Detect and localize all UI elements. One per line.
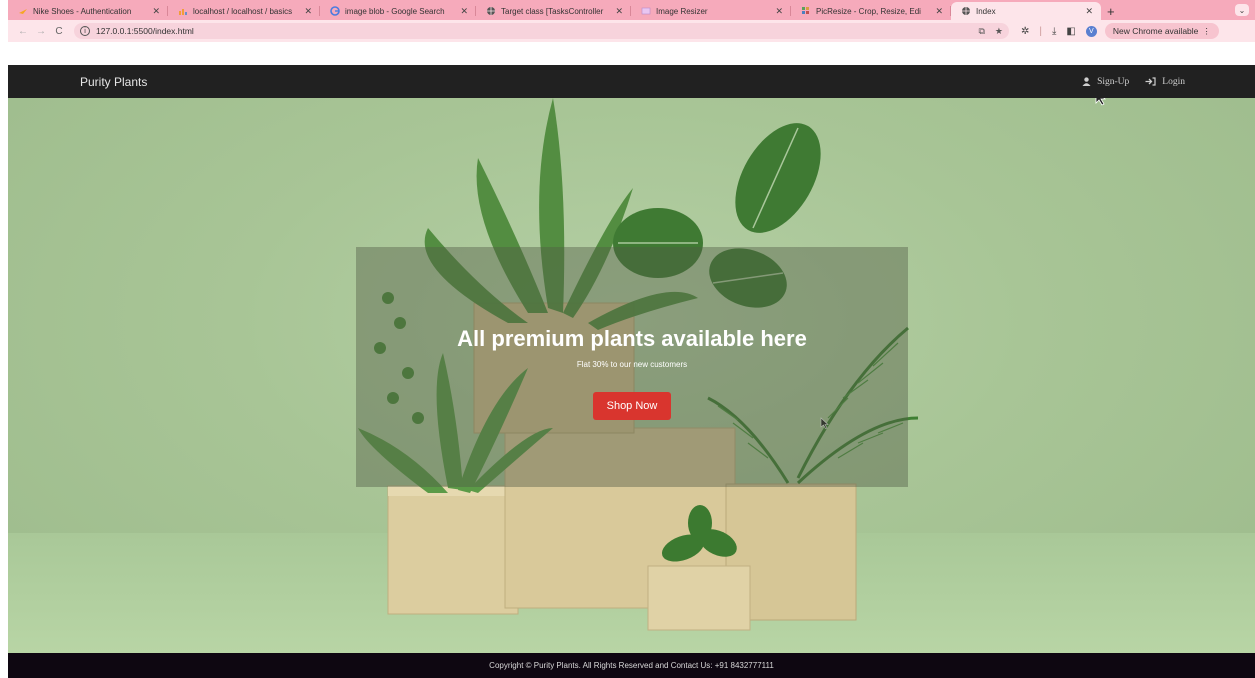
tab-title: Index bbox=[976, 6, 996, 16]
download-icon[interactable]: ⤓ bbox=[1052, 26, 1056, 37]
tab-picresize[interactable]: PicResize - Crop, Resize, Edi ✕ bbox=[791, 2, 951, 20]
tab-title: Target class [TasksController bbox=[501, 6, 604, 16]
update-label: New Chrome available bbox=[1112, 26, 1199, 36]
picresize-icon bbox=[801, 6, 811, 16]
user-icon bbox=[1082, 77, 1091, 86]
extensions-icon[interactable]: ✲ bbox=[1021, 26, 1029, 37]
google-icon bbox=[330, 6, 340, 16]
globe-icon bbox=[961, 6, 971, 16]
site-footer: Copyright © Purity Plants. All Rights Re… bbox=[8, 653, 1255, 678]
brand-logo[interactable]: Purity Plants bbox=[80, 75, 147, 89]
nike-icon bbox=[18, 6, 28, 16]
back-icon[interactable]: ← bbox=[14, 26, 32, 37]
toolbar-divider: | bbox=[1039, 25, 1042, 37]
forward-icon[interactable]: → bbox=[32, 26, 50, 37]
bookmark-star-icon[interactable]: ★ bbox=[995, 26, 1003, 37]
shop-now-button[interactable]: Shop Now bbox=[593, 392, 671, 420]
hero-subtitle: Flat 30% to our new customers bbox=[576, 360, 688, 369]
tab-localhost[interactable]: localhost / localhost / basics ✕ bbox=[168, 2, 320, 20]
image-icon bbox=[641, 6, 651, 16]
close-icon[interactable]: ✕ bbox=[935, 6, 943, 17]
address-bar[interactable]: i 127.0.0.1:5500/index.html ⧉ ★ bbox=[74, 23, 1009, 39]
reload-icon[interactable]: C bbox=[50, 26, 68, 37]
sidepanel-icon[interactable]: ◧ bbox=[1066, 26, 1075, 37]
profile-avatar-icon[interactable]: V bbox=[1085, 25, 1097, 37]
tab-nike[interactable]: Nike Shoes - Authentication ✕ bbox=[8, 2, 168, 20]
tab-strip: Nike Shoes - Authentication ✕ localhost … bbox=[8, 0, 1255, 20]
close-icon[interactable]: ✕ bbox=[304, 6, 312, 17]
footer-copyright: Copyright © Purity Plants. All Rights Re… bbox=[489, 661, 774, 670]
mouse-cursor-icon bbox=[1095, 98, 1107, 111]
tab-index[interactable]: Index ✕ bbox=[951, 2, 1101, 20]
close-icon[interactable]: ✕ bbox=[615, 6, 623, 17]
login-link[interactable]: Login bbox=[1145, 77, 1185, 87]
tab-search-icon[interactable]: ⌄ bbox=[1235, 4, 1249, 16]
url-text[interactable]: 127.0.0.1:5500/index.html bbox=[96, 26, 968, 36]
browser-toolbar: ← → C i 127.0.0.1:5500/index.html ⧉ ★ ✲ … bbox=[8, 20, 1255, 42]
phpmyadmin-icon bbox=[178, 6, 188, 16]
tab-image-resizer[interactable]: Image Resizer ✕ bbox=[631, 2, 791, 20]
signup-link[interactable]: Sign-Up bbox=[1082, 77, 1129, 87]
close-icon[interactable]: ✕ bbox=[460, 6, 468, 17]
site-navbar: Purity Plants Sign-Up Login bbox=[8, 65, 1255, 98]
globe-icon bbox=[486, 6, 496, 16]
tab-target-class[interactable]: Target class [TasksController ✕ bbox=[476, 2, 631, 20]
close-icon[interactable]: ✕ bbox=[152, 6, 160, 17]
login-label: Login bbox=[1162, 76, 1185, 87]
tab-title: Image Resizer bbox=[656, 6, 708, 16]
tab-google[interactable]: image blob - Google Search ✕ bbox=[320, 2, 476, 20]
hero-title: All premium plants available here bbox=[457, 326, 807, 351]
chrome-update-button[interactable]: New Chrome available ⋮ bbox=[1104, 23, 1219, 39]
login-icon bbox=[1145, 77, 1156, 86]
kebab-menu-icon[interactable]: ⋮ bbox=[1202, 26, 1211, 37]
site-info-icon[interactable]: i bbox=[80, 26, 90, 36]
tab-title: Nike Shoes - Authentication bbox=[33, 6, 132, 16]
tab-title: localhost / localhost / basics bbox=[193, 6, 293, 16]
tab-title: PicResize - Crop, Resize, Edi bbox=[816, 6, 921, 16]
share-icon[interactable]: ⧉ bbox=[978, 26, 984, 37]
tab-title: image blob - Google Search bbox=[345, 6, 445, 16]
close-icon[interactable]: ✕ bbox=[1085, 6, 1093, 17]
signup-label: Sign-Up bbox=[1097, 76, 1130, 87]
close-icon[interactable]: ✕ bbox=[775, 6, 783, 17]
new-tab-icon[interactable]: + bbox=[1107, 2, 1115, 20]
